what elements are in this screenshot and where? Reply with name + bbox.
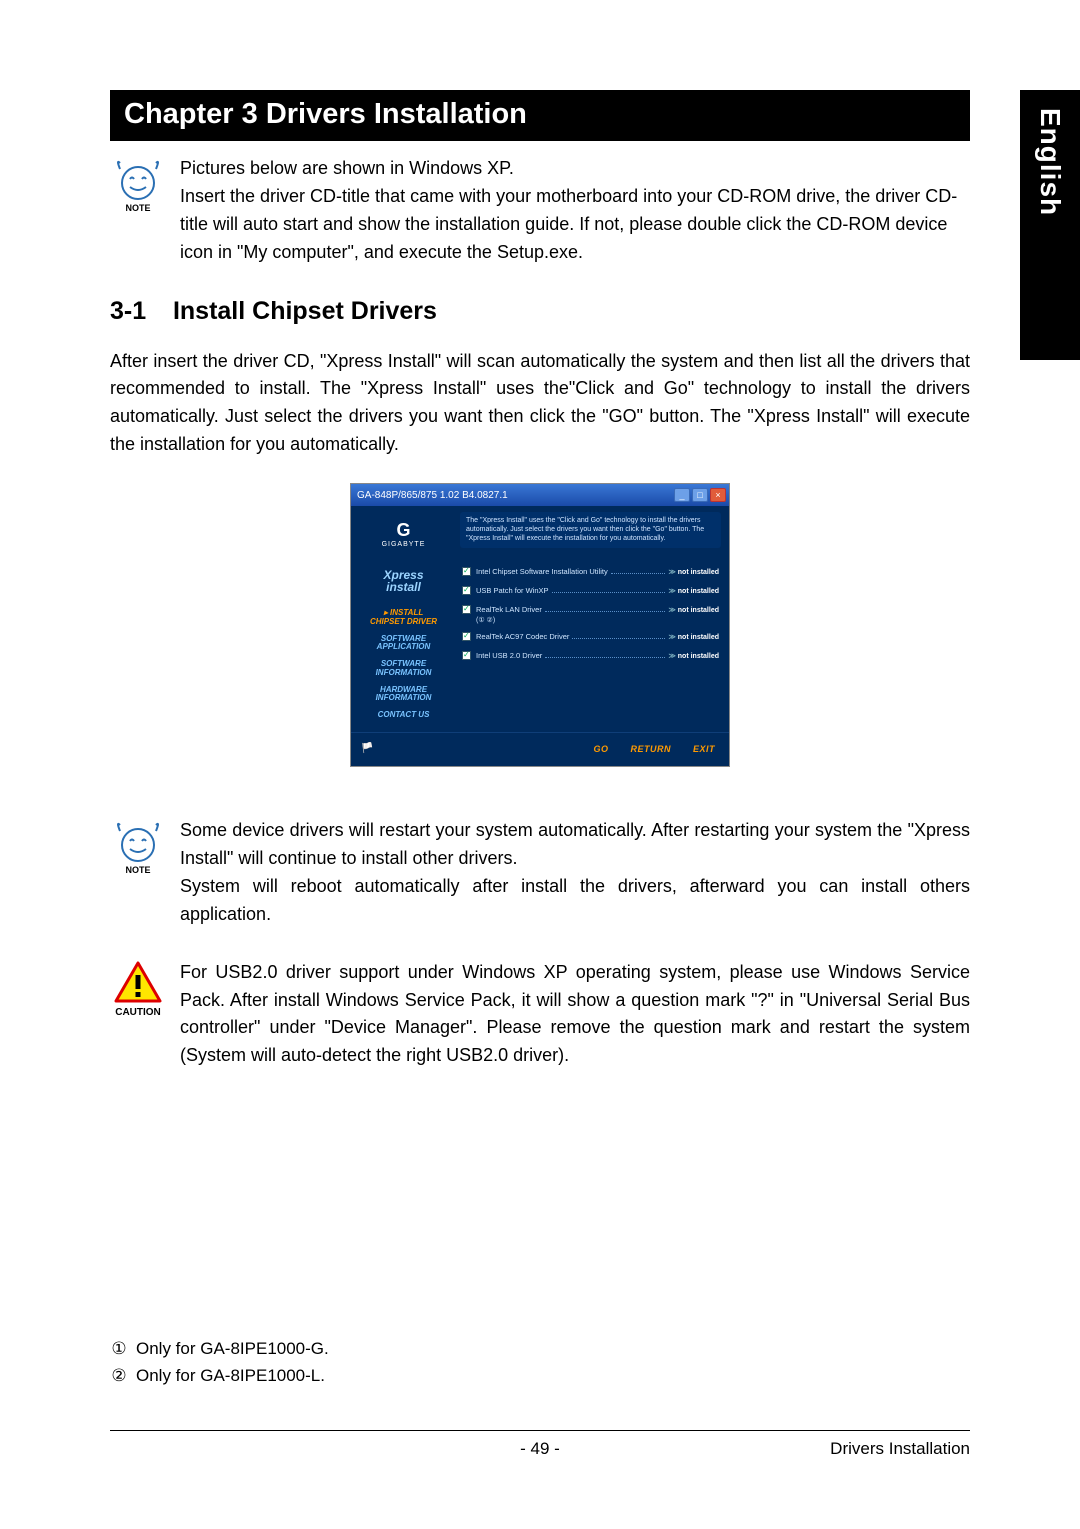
section-body: After insert the driver CD, "Xpress Inst…: [110, 348, 970, 460]
note1-text: Pictures below are shown in Windows XP. …: [180, 155, 970, 267]
driver-checkbox[interactable]: [462, 567, 471, 576]
page-number: - 49 -: [110, 1439, 970, 1459]
driver-row: USB Patch for WinXP not installed: [462, 581, 719, 600]
footnotes: ① Only for GA-8IPE1000-G. ② Only for GA-…: [110, 1336, 329, 1389]
driver-checkbox[interactable]: [462, 632, 471, 641]
driver-checkbox[interactable]: [462, 605, 471, 614]
window-title: GA-848P/865/875 1.02 B4.0827.1: [357, 490, 674, 501]
screenshot-wrap: GA-848P/865/875 1.02 B4.0827.1 _ □ × G G…: [110, 483, 970, 767]
flag-icon: 🏳️: [361, 743, 373, 754]
driver-status: not installed: [668, 568, 719, 576]
driver-list: Intel Chipset Software Installation Util…: [460, 562, 721, 665]
footnote-2: ② Only for GA-8IPE1000-L.: [110, 1363, 329, 1389]
nav-install-chipset[interactable]: INSTALL CHIPSET DRIVER: [355, 605, 452, 631]
section-title: Install Chipset Drivers: [173, 297, 437, 325]
driver-row: Intel USB 2.0 Driver not installed: [462, 646, 719, 665]
driver-status: not installed: [668, 587, 719, 595]
installer-bottom-bar: 🏳️ GO RETURN EXIT: [351, 732, 729, 766]
return-button[interactable]: RETURN: [630, 744, 671, 754]
caution-icon: CAUTION: [110, 961, 166, 1018]
installer-description: The "Xpress Install" uses the "Click and…: [460, 512, 721, 548]
nav-hardware-info[interactable]: HARDWARE INFORMATION: [355, 682, 452, 708]
installer-window: GA-848P/865/875 1.02 B4.0827.1 _ □ × G G…: [350, 483, 730, 767]
footnote-text: Only for GA-8IPE1000-L.: [136, 1363, 325, 1389]
note-block-2: NOTE Some device drivers will restart yo…: [110, 817, 970, 929]
note2-text: Some device drivers will restart your sy…: [180, 817, 970, 929]
footnote-marker: ②: [110, 1363, 128, 1389]
driver-checkbox[interactable]: [462, 651, 471, 660]
caution-label: CAUTION: [115, 1007, 161, 1018]
driver-name: Intel USB 2.0 Driver: [476, 651, 542, 660]
footnote-marker: ①: [110, 1336, 128, 1362]
driver-row: RealTek AC97 Codec Driver not installed: [462, 627, 719, 646]
brand-text: GIGABYTE: [382, 541, 426, 548]
exit-button[interactable]: EXIT: [693, 744, 715, 754]
note-label: NOTE: [125, 203, 150, 213]
footnote-text: Only for GA-8IPE1000-G.: [136, 1336, 329, 1362]
xpress-install-logo: Xpress install: [383, 570, 423, 593]
chapter-title-bar: Chapter 3 Drivers Installation: [110, 90, 970, 141]
driver-checkbox[interactable]: [462, 586, 471, 595]
nav-software-info[interactable]: SOFTWARE INFORMATION: [355, 656, 452, 682]
caution-block: CAUTION For USB2.0 driver support under …: [110, 959, 970, 1071]
driver-sub: (① ②): [476, 616, 719, 624]
section-heading: 3-1 Install Chipset Drivers: [110, 297, 970, 326]
minimize-button[interactable]: _: [674, 488, 690, 502]
driver-status: not installed: [668, 633, 719, 641]
note-label: NOTE: [125, 865, 150, 875]
note-icon: NOTE: [110, 157, 166, 213]
driver-name: RealTek AC97 Codec Driver: [476, 632, 569, 641]
maximize-button[interactable]: □: [692, 488, 708, 502]
caution-text: For USB2.0 driver support under Windows …: [180, 959, 970, 1071]
installer-main: The "Xpress Install" uses the "Click and…: [456, 506, 729, 732]
page-footer: - 49 - Drivers Installation: [110, 1430, 970, 1459]
footnote-1: ① Only for GA-8IPE1000-G.: [110, 1336, 329, 1362]
go-button[interactable]: GO: [593, 744, 608, 754]
note-block-1: NOTE Pictures below are shown in Windows…: [110, 155, 970, 267]
chapter-title: Chapter 3 Drivers Installation: [124, 98, 527, 130]
window-titlebar: GA-848P/865/875 1.02 B4.0827.1 _ □ ×: [351, 484, 729, 506]
installer-sidebar: G GIGABYTE Xpress install INSTALL CHIPSE…: [351, 506, 456, 732]
driver-name: Intel Chipset Software Installation Util…: [476, 567, 608, 576]
driver-row: Intel Chipset Software Installation Util…: [462, 562, 719, 581]
close-button[interactable]: ×: [710, 488, 726, 502]
nav-software-app[interactable]: SOFTWARE APPLICATION: [355, 631, 452, 657]
note-icon: NOTE: [110, 819, 166, 875]
nav-contact-us[interactable]: CONTACT US: [355, 707, 452, 724]
gigabyte-logo-icon: G: [396, 520, 410, 541]
driver-name: RealTek LAN Driver: [476, 605, 542, 614]
driver-name: USB Patch for WinXP: [476, 586, 549, 595]
driver-status: not installed: [668, 652, 719, 660]
driver-status: not installed: [668, 606, 719, 614]
section-number: 3-1: [110, 297, 166, 326]
